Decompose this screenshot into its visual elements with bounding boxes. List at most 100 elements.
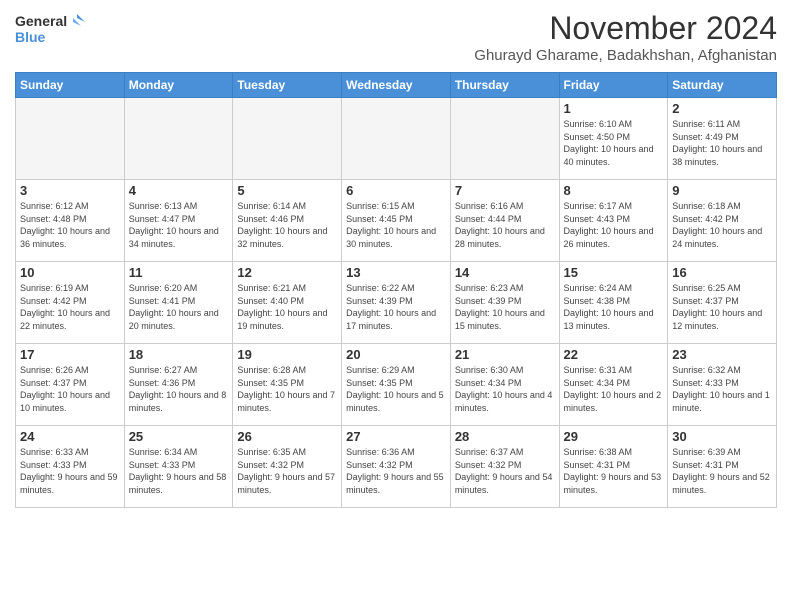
calendar-cell [450,98,559,180]
day-number: 6 [346,183,446,198]
calendar-cell [342,98,451,180]
day-info: Sunrise: 6:13 AM Sunset: 4:47 PM Dayligh… [129,200,229,250]
day-info: Sunrise: 6:23 AM Sunset: 4:39 PM Dayligh… [455,282,555,332]
calendar-cell: 3Sunrise: 6:12 AM Sunset: 4:48 PM Daylig… [16,180,125,262]
subtitle: Ghurayd Gharame, Badakhshan, Afghanistan [474,47,777,64]
day-number: 4 [129,183,229,198]
day-number: 2 [672,101,772,116]
calendar-header-row: SundayMondayTuesdayWednesdayThursdayFrid… [16,73,777,98]
calendar-cell: 27 Sunrise: 6:36 AM Sunset: 4:32 PM Dayli… [342,426,451,508]
day-number: 23 [672,347,772,362]
day-info: Sunrise: 6:33 AM Sunset: 4:33 PM Dayligh… [20,446,120,496]
calendar-cell: 15 Sunrise: 6:24 AM Sunset: 4:38 PM Dayli… [559,262,668,344]
calendar-header-sunday: Sunday [16,73,125,98]
day-number: 5 [237,183,337,198]
day-number: 16 [672,265,772,280]
calendar-cell: 2 Sunrise: 6:11 AM Sunset: 4:49 PM Daylig… [668,98,777,180]
month-title: November 2024 [474,10,777,47]
day-number: 18 [129,347,229,362]
day-number: 12 [237,265,337,280]
day-number: 26 [237,429,337,444]
calendar-cell: 18 Sunrise: 6:27 AM Sunset: 4:36 PM Dayli… [124,344,233,426]
calendar-cell: 13 Sunrise: 6:22 AM Sunset: 4:39 PM Dayli… [342,262,451,344]
calendar-cell: 30 Sunrise: 6:39 AM Sunset: 4:31 PM Dayli… [668,426,777,508]
day-info: Sunrise: 6:22 AM Sunset: 4:39 PM Dayligh… [346,282,446,332]
header: General Blue November 2024 Ghurayd Ghara… [15,10,777,64]
calendar-header-monday: Monday [124,73,233,98]
day-number: 29 [564,429,664,444]
day-info: Sunrise: 6:28 AM Sunset: 4:35 PM Dayligh… [237,364,337,414]
day-info: Sunrise: 6:27 AM Sunset: 4:36 PM Dayligh… [129,364,229,414]
calendar-header-wednesday: Wednesday [342,73,451,98]
calendar-header-friday: Friday [559,73,668,98]
calendar-week-1: 1 Sunrise: 6:10 AM Sunset: 4:50 PM Daylig… [16,98,777,180]
day-number: 19 [237,347,337,362]
day-number: 11 [129,265,229,280]
day-number: 15 [564,265,664,280]
day-number: 21 [455,347,555,362]
day-info: Sunrise: 6:37 AM Sunset: 4:32 PM Dayligh… [455,446,555,496]
calendar-week-2: 3Sunrise: 6:12 AM Sunset: 4:48 PM Daylig… [16,180,777,262]
day-info: Sunrise: 6:14 AM Sunset: 4:46 PM Dayligh… [237,200,337,250]
calendar-week-5: 24 Sunrise: 6:33 AM Sunset: 4:33 PM Dayli… [16,426,777,508]
calendar-cell: 16 Sunrise: 6:25 AM Sunset: 4:37 PM Dayli… [668,262,777,344]
calendar-cell: 28Sunrise: 6:37 AM Sunset: 4:32 PM Dayli… [450,426,559,508]
calendar-cell: 21 Sunrise: 6:30 AM Sunset: 4:34 PM Dayli… [450,344,559,426]
day-info: Sunrise: 6:20 AM Sunset: 4:41 PM Dayligh… [129,282,229,332]
day-info: Sunrise: 6:25 AM Sunset: 4:37 PM Dayligh… [672,282,772,332]
day-number: 22 [564,347,664,362]
svg-text:Blue: Blue [15,29,46,45]
calendar-header-thursday: Thursday [450,73,559,98]
calendar-cell: 19 Sunrise: 6:28 AM Sunset: 4:35 PM Dayli… [233,344,342,426]
day-info: Sunrise: 6:35 AM Sunset: 4:32 PM Dayligh… [237,446,337,496]
day-info: Sunrise: 6:34 AM Sunset: 4:33 PM Dayligh… [129,446,229,496]
day-number: 24 [20,429,120,444]
calendar-cell: 14Sunrise: 6:23 AM Sunset: 4:39 PM Dayli… [450,262,559,344]
day-number: 10 [20,265,120,280]
day-info: Sunrise: 6:12 AM Sunset: 4:48 PM Dayligh… [20,200,120,250]
day-number: 8 [564,183,664,198]
calendar-cell: 4 Sunrise: 6:13 AM Sunset: 4:47 PM Daylig… [124,180,233,262]
calendar-cell: 25 Sunrise: 6:34 AM Sunset: 4:33 PM Dayli… [124,426,233,508]
calendar-cell [16,98,125,180]
calendar-cell: 10 Sunrise: 6:19 AM Sunset: 4:42 PM Dayli… [16,262,125,344]
day-info: Sunrise: 6:18 AM Sunset: 4:42 PM Dayligh… [672,200,772,250]
day-info: Sunrise: 6:19 AM Sunset: 4:42 PM Dayligh… [20,282,120,332]
day-info: Sunrise: 6:32 AM Sunset: 4:33 PM Dayligh… [672,364,772,414]
calendar-cell [233,98,342,180]
calendar-cell: 17 Sunrise: 6:26 AM Sunset: 4:37 PM Dayli… [16,344,125,426]
day-info: Sunrise: 6:31 AM Sunset: 4:34 PM Dayligh… [564,364,664,414]
day-info: Sunrise: 6:24 AM Sunset: 4:38 PM Dayligh… [564,282,664,332]
day-number: 13 [346,265,446,280]
day-info: Sunrise: 6:26 AM Sunset: 4:37 PM Dayligh… [20,364,120,414]
calendar-cell: 5 Sunrise: 6:14 AM Sunset: 4:46 PM Daylig… [233,180,342,262]
calendar-cell: 24 Sunrise: 6:33 AM Sunset: 4:33 PM Dayli… [16,426,125,508]
day-number: 25 [129,429,229,444]
calendar-header-saturday: Saturday [668,73,777,98]
day-number: 30 [672,429,772,444]
logo-svg: General Blue [15,10,85,52]
calendar-cell: 26 Sunrise: 6:35 AM Sunset: 4:32 PM Dayli… [233,426,342,508]
day-number: 17 [20,347,120,362]
day-info: Sunrise: 6:29 AM Sunset: 4:35 PM Dayligh… [346,364,446,414]
day-number: 7 [455,183,555,198]
calendar-cell: 7 Sunrise: 6:16 AM Sunset: 4:44 PM Daylig… [450,180,559,262]
day-number: 1 [564,101,664,116]
day-info: Sunrise: 6:38 AM Sunset: 4:31 PM Dayligh… [564,446,664,496]
calendar-cell [124,98,233,180]
calendar-cell: 29 Sunrise: 6:38 AM Sunset: 4:31 PM Dayli… [559,426,668,508]
day-info: Sunrise: 6:30 AM Sunset: 4:34 PM Dayligh… [455,364,555,414]
calendar-cell: 1 Sunrise: 6:10 AM Sunset: 4:50 PM Daylig… [559,98,668,180]
day-info: Sunrise: 6:36 AM Sunset: 4:32 PM Dayligh… [346,446,446,496]
day-info: Sunrise: 6:16 AM Sunset: 4:44 PM Dayligh… [455,200,555,250]
calendar-cell: 23 Sunrise: 6:32 AM Sunset: 4:33 PM Dayli… [668,344,777,426]
calendar: SundayMondayTuesdayWednesdayThursdayFrid… [15,72,777,508]
calendar-cell: 9Sunrise: 6:18 AM Sunset: 4:42 PM Daylig… [668,180,777,262]
calendar-week-4: 17 Sunrise: 6:26 AM Sunset: 4:37 PM Dayli… [16,344,777,426]
day-info: Sunrise: 6:10 AM Sunset: 4:50 PM Dayligh… [564,118,664,168]
day-number: 27 [346,429,446,444]
day-info: Sunrise: 6:39 AM Sunset: 4:31 PM Dayligh… [672,446,772,496]
logo: General Blue [15,10,85,52]
day-info: Sunrise: 6:11 AM Sunset: 4:49 PM Dayligh… [672,118,772,168]
calendar-cell: 6Sunrise: 6:15 AM Sunset: 4:45 PM Daylig… [342,180,451,262]
